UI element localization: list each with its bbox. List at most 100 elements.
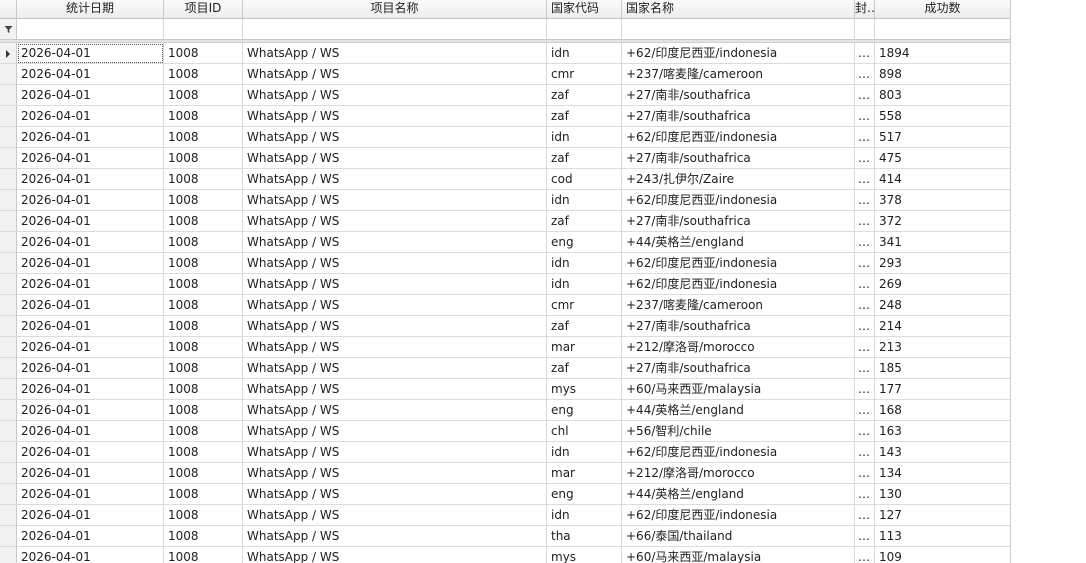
cell-truncated[interactable]: … (855, 127, 875, 148)
cell-country-name[interactable]: +44/英格兰/england (622, 400, 855, 421)
cell-date[interactable]: 2026-04-01 (17, 43, 164, 64)
cell-country-code[interactable]: idn (547, 43, 622, 64)
cell-project-id[interactable]: 1008 (164, 148, 243, 169)
cell-country-code[interactable]: idn (547, 127, 622, 148)
cell-project-name[interactable]: WhatsApp / WS (243, 106, 547, 127)
cell-country-code[interactable]: zaf (547, 85, 622, 106)
cell-success-count[interactable]: 134 (875, 463, 1010, 484)
cell-project-id[interactable]: 1008 (164, 232, 243, 253)
table-row[interactable]: 2026-04-01 1008 WhatsApp / WS mar +212/摩洛哥/m… (0, 463, 1010, 484)
filter-success-count-input[interactable] (875, 19, 1010, 40)
header-success-count[interactable]: 成功数 (875, 0, 1010, 19)
cell-success-count[interactable]: 372 (875, 211, 1010, 232)
cell-success-count[interactable]: 127 (875, 505, 1010, 526)
cell-project-id[interactable]: 1008 (164, 127, 243, 148)
cell-truncated[interactable]: … (855, 400, 875, 421)
cell-country-name[interactable]: +62/印度尼西亚/indonesia (622, 253, 855, 274)
cell-project-id[interactable]: 1008 (164, 505, 243, 526)
cell-project-name[interactable]: WhatsApp / WS (243, 421, 547, 442)
cell-date[interactable]: 2026-04-01 (17, 190, 164, 211)
header-project-id[interactable]: 项目ID (164, 0, 243, 19)
cell-date[interactable]: 2026-04-01 (17, 442, 164, 463)
cell-success-count[interactable]: 1894 (875, 43, 1010, 64)
data-grid[interactable]: 统计日期 项目ID 项目名称 国家代码 国家名称 封… 成功数 2026-04-… (0, 0, 1011, 563)
cell-project-name[interactable]: WhatsApp / WS (243, 85, 547, 106)
cell-date[interactable]: 2026-04-01 (17, 358, 164, 379)
cell-success-count[interactable]: 293 (875, 253, 1010, 274)
cell-date[interactable]: 2026-04-01 (17, 232, 164, 253)
cell-project-name[interactable]: WhatsApp / WS (243, 316, 547, 337)
cell-project-id[interactable]: 1008 (164, 85, 243, 106)
cell-project-id[interactable]: 1008 (164, 484, 243, 505)
cell-project-name[interactable]: WhatsApp / WS (243, 442, 547, 463)
cell-country-code[interactable]: zaf (547, 106, 622, 127)
row-indicator[interactable] (0, 85, 17, 106)
cell-truncated[interactable]: … (855, 232, 875, 253)
cell-truncated[interactable]: … (855, 337, 875, 358)
cell-project-id[interactable]: 1008 (164, 106, 243, 127)
cell-country-name[interactable]: +62/印度尼西亚/indonesia (622, 274, 855, 295)
cell-truncated[interactable]: … (855, 169, 875, 190)
cell-project-name[interactable]: WhatsApp / WS (243, 463, 547, 484)
table-row[interactable]: 2026-04-01 1008 WhatsApp / WS zaf +27/南非/sou… (0, 316, 1010, 337)
cell-project-name[interactable]: WhatsApp / WS (243, 337, 547, 358)
cell-success-count[interactable]: 269 (875, 274, 1010, 295)
cell-date[interactable]: 2026-04-01 (17, 316, 164, 337)
cell-country-name[interactable]: +27/南非/southafrica (622, 211, 855, 232)
cell-date[interactable]: 2026-04-01 (17, 211, 164, 232)
table-row[interactable]: 2026-04-01 1008 WhatsApp / WS idn +62/印度尼西亚/… (0, 505, 1010, 526)
cell-country-code[interactable]: eng (547, 232, 622, 253)
table-row[interactable]: 2026-04-01 1008 WhatsApp / WS mar +212/摩洛哥/m… (0, 337, 1010, 358)
row-indicator[interactable] (0, 358, 17, 379)
row-indicator[interactable] (0, 148, 17, 169)
cell-project-id[interactable]: 1008 (164, 169, 243, 190)
cell-truncated[interactable]: … (855, 358, 875, 379)
cell-project-name[interactable]: WhatsApp / WS (243, 127, 547, 148)
current-row-indicator[interactable] (0, 43, 17, 64)
cell-country-code[interactable]: tha (547, 526, 622, 547)
cell-project-name[interactable]: WhatsApp / WS (243, 295, 547, 316)
table-row[interactable]: 2026-04-01 1008 WhatsApp / WS idn +62/印度尼西亚/… (0, 127, 1010, 148)
cell-date[interactable]: 2026-04-01 (17, 421, 164, 442)
row-indicator[interactable] (0, 64, 17, 85)
header-country-code[interactable]: 国家代码 (547, 0, 622, 19)
cell-truncated[interactable]: … (855, 463, 875, 484)
cell-country-name[interactable]: +237/喀麦隆/cameroon (622, 295, 855, 316)
cell-country-name[interactable]: +44/英格兰/england (622, 484, 855, 505)
filter-project-name-input[interactable] (243, 19, 547, 40)
cell-truncated[interactable]: … (855, 484, 875, 505)
cell-project-id[interactable]: 1008 (164, 253, 243, 274)
table-row[interactable]: 2026-04-01 1008 WhatsApp / WS tha +66/泰国/tha… (0, 526, 1010, 547)
cell-truncated[interactable]: … (855, 43, 875, 64)
cell-project-name[interactable]: WhatsApp / WS (243, 253, 547, 274)
table-row[interactable]: 2026-04-01 1008 WhatsApp / WS eng +44/英格兰/en… (0, 400, 1010, 421)
cell-country-code[interactable]: cod (547, 169, 622, 190)
row-indicator[interactable] (0, 337, 17, 358)
cell-truncated[interactable]: … (855, 505, 875, 526)
cell-country-name[interactable]: +27/南非/southafrica (622, 316, 855, 337)
cell-country-name[interactable]: +62/印度尼西亚/indonesia (622, 442, 855, 463)
cell-date[interactable]: 2026-04-01 (17, 505, 164, 526)
cell-date[interactable]: 2026-04-01 (17, 127, 164, 148)
cell-project-name[interactable]: WhatsApp / WS (243, 274, 547, 295)
table-row[interactable]: 2026-04-01 1008 WhatsApp / WS zaf +27/南非/sou… (0, 358, 1010, 379)
row-indicator[interactable] (0, 505, 17, 526)
cell-truncated[interactable]: … (855, 106, 875, 127)
cell-country-code[interactable]: zaf (547, 211, 622, 232)
cell-country-name[interactable]: +212/摩洛哥/morocco (622, 337, 855, 358)
cell-country-code[interactable]: zaf (547, 148, 622, 169)
cell-country-code[interactable]: idn (547, 253, 622, 274)
cell-country-code[interactable]: eng (547, 400, 622, 421)
cell-truncated[interactable]: … (855, 379, 875, 400)
cell-project-id[interactable]: 1008 (164, 421, 243, 442)
cell-country-name[interactable]: +237/喀麦隆/cameroon (622, 64, 855, 85)
cell-project-id[interactable]: 1008 (164, 274, 243, 295)
table-row[interactable]: 2026-04-01 1008 WhatsApp / WS zaf +27/南非/sou… (0, 211, 1010, 232)
cell-date[interactable]: 2026-04-01 (17, 526, 164, 547)
cell-success-count[interactable]: 143 (875, 442, 1010, 463)
cell-success-count[interactable]: 517 (875, 127, 1010, 148)
cell-country-name[interactable]: +27/南非/southafrica (622, 85, 855, 106)
row-indicator[interactable] (0, 379, 17, 400)
table-row[interactable]: 2026-04-01 1008 WhatsApp / WS idn +62/印度尼西亚/… (0, 43, 1010, 64)
cell-date[interactable]: 2026-04-01 (17, 106, 164, 127)
